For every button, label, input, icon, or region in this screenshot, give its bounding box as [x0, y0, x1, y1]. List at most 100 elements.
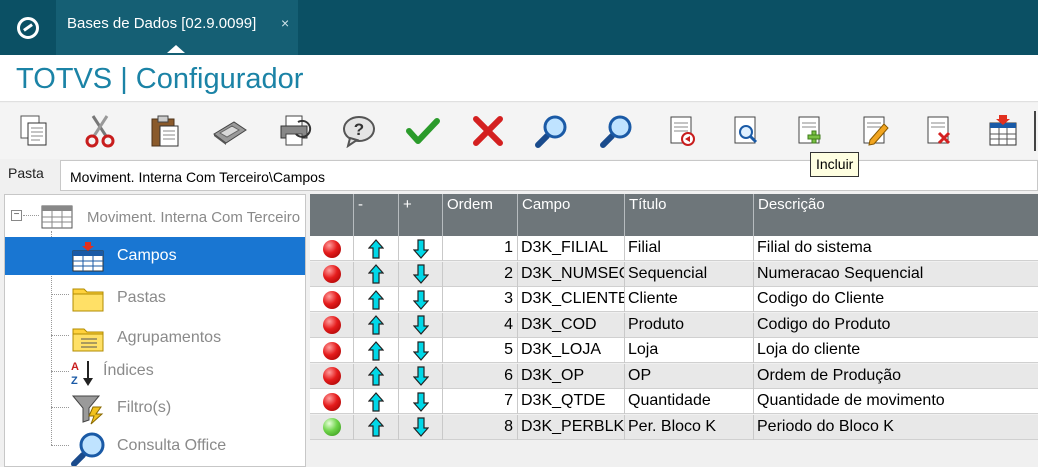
column-header-descricao[interactable]: Descrição [754, 194, 1038, 236]
tree-root-label: Moviment. Interna Com Terceiro [87, 209, 301, 226]
cell-descricao: Codigo do Produto [757, 315, 891, 333]
tree-item-label: Pastas [117, 289, 166, 306]
table-row[interactable]: 6 D3K_OP OP Ordem de Produção [310, 363, 1038, 389]
move-up-icon[interactable] [354, 363, 399, 389]
tab-label: Bases de Dados [02.9.0099] [67, 15, 257, 32]
collapse-icon[interactable]: − [11, 210, 22, 221]
table-row[interactable]: 2 D3K_NUMSEQ Sequencial Numeracao Sequencia… [310, 261, 1038, 287]
add-document-icon[interactable] [790, 111, 830, 151]
record-view-icon[interactable] [662, 111, 702, 151]
cell-campo: D3K_COD [518, 312, 625, 338]
table-row[interactable]: 1 D3K_FILIAL Filial Filial do sistema [310, 236, 1038, 261]
cell-descricao: Quantidade de movimento [757, 392, 945, 409]
cell-titulo: OP [625, 363, 754, 389]
status-icon [310, 236, 354, 261]
top-bar: Bases de Dados [02.9.0099] × [0, 0, 1038, 55]
move-down-icon[interactable] [399, 261, 443, 287]
folder-icon [72, 288, 104, 312]
cell-descricao: Codigo do Cliente [757, 290, 885, 307]
column-header-titulo[interactable]: Título [625, 194, 754, 236]
toolbar-separator [1034, 111, 1036, 151]
tab-bases-de-dados[interactable]: Bases de Dados [02.9.0099] × [56, 0, 298, 55]
search-next-icon[interactable] [597, 111, 637, 151]
move-up-icon[interactable] [354, 312, 399, 338]
cell-titulo: Cliente [625, 287, 754, 312]
confirm-icon[interactable] [403, 111, 443, 151]
column-header-plus[interactable]: + [399, 194, 443, 236]
cell-ordem: 1 [443, 236, 518, 261]
table-row[interactable]: 3 D3K_CLIENTE Cliente Codigo do Cliente [310, 287, 1038, 312]
move-down-icon[interactable] [399, 338, 443, 363]
paste-icon[interactable] [145, 111, 185, 151]
cell-descricao: Periodo do Bloco K [757, 417, 894, 435]
move-down-icon[interactable] [399, 414, 443, 440]
cell-descricao: Loja do cliente [757, 341, 861, 358]
fields-table-icon [72, 242, 104, 272]
table-row[interactable]: 5 D3K_LOJA Loja Loja do cliente [310, 338, 1038, 363]
fields-grid: - + Ordem Campo Título Descrição 1 D3K_FI… [310, 194, 1038, 467]
move-down-icon[interactable] [399, 236, 443, 261]
tree-item-agrupamentos[interactable]: Agrupamentos [5, 319, 305, 357]
tree-item-indices[interactable]: AZ Índices [5, 354, 305, 392]
column-header-minus[interactable]: - [354, 194, 399, 236]
move-down-icon[interactable] [399, 312, 443, 338]
column-header-status[interactable] [310, 194, 354, 236]
move-up-icon[interactable] [354, 389, 399, 414]
pasta-label: Pasta [8, 165, 44, 181]
group-folder-icon [72, 328, 104, 352]
folder-tree: − Moviment. Interna Com Terceiro Campos … [4, 194, 306, 467]
tree-item-consulta-office[interactable]: Consulta Office [5, 427, 305, 466]
table-row[interactable]: 8 D3K_PERBLK Per. Bloco K Periodo do Bloco … [310, 414, 1038, 440]
tab-caret-icon [167, 45, 185, 53]
column-header-ordem[interactable]: Ordem [443, 194, 518, 236]
move-down-icon[interactable] [399, 363, 443, 389]
table-row[interactable]: 7 D3K_QTDE Quantidade Quantidade de movimen… [310, 389, 1038, 414]
search-icon[interactable] [532, 111, 572, 151]
cell-descricao: Numeracao Sequencial [757, 264, 924, 282]
cell-campo: D3K_NUMSEQ [518, 261, 625, 287]
help-icon[interactable]: ? [339, 111, 379, 151]
tree-item-filtros[interactable]: Filtro(s) [5, 389, 305, 427]
cancel-icon[interactable] [468, 111, 508, 151]
table-row[interactable]: 4 D3K_COD Produto Codigo do Produto [310, 312, 1038, 338]
cell-titulo: Loja [625, 338, 754, 363]
status-icon [310, 338, 354, 363]
cell-campo: D3K_FILIAL [518, 236, 625, 261]
delete-document-icon[interactable] [919, 111, 959, 151]
move-up-icon[interactable] [354, 287, 399, 312]
cell-campo: D3K_QTDE [518, 389, 625, 414]
search-icon [71, 432, 105, 466]
totvs-logo-icon[interactable] [0, 0, 55, 55]
tree-item-pastas[interactable]: Pastas [5, 279, 305, 317]
column-header-campo[interactable]: Campo [518, 194, 625, 236]
move-up-icon[interactable] [354, 261, 399, 287]
cell-ordem: 5 [443, 338, 518, 363]
tree-item-label: Campos [117, 247, 177, 264]
move-down-icon[interactable] [399, 389, 443, 414]
cell-campo: D3K_OP [518, 363, 625, 389]
edit-document-icon[interactable] [855, 111, 895, 151]
move-up-icon[interactable] [354, 236, 399, 261]
calculator-icon[interactable] [210, 111, 250, 151]
app-title: TOTVS | Configurador [16, 63, 304, 95]
tab-close-icon[interactable]: × [281, 15, 289, 31]
tree-item-campos[interactable]: Campos [5, 237, 305, 275]
cell-titulo: Sequencial [625, 261, 754, 287]
cell-campo: D3K_PERBLK [518, 414, 625, 440]
cut-icon[interactable] [80, 111, 120, 151]
preview-icon[interactable] [726, 111, 766, 151]
tree-item-label: Índices [103, 362, 154, 379]
print-icon[interactable] [275, 111, 315, 151]
move-down-icon[interactable] [399, 287, 443, 312]
tree-root[interactable]: − Moviment. Interna Com Terceiro [5, 199, 305, 231]
pasta-field[interactable]: Moviment. Interna Com Terceiro\Campos [60, 160, 1038, 191]
move-up-icon[interactable] [354, 338, 399, 363]
copy-icon[interactable] [14, 111, 54, 151]
move-up-icon[interactable] [354, 414, 399, 440]
cell-ordem: 7 [443, 389, 518, 414]
tree-item-label: Filtro(s) [117, 399, 172, 416]
grid-header: - + Ordem Campo Título Descrição [310, 194, 1038, 236]
toolbar: ? [0, 103, 1038, 159]
table-import-icon[interactable] [983, 111, 1023, 151]
cell-descricao: Filial do sistema [757, 239, 872, 256]
